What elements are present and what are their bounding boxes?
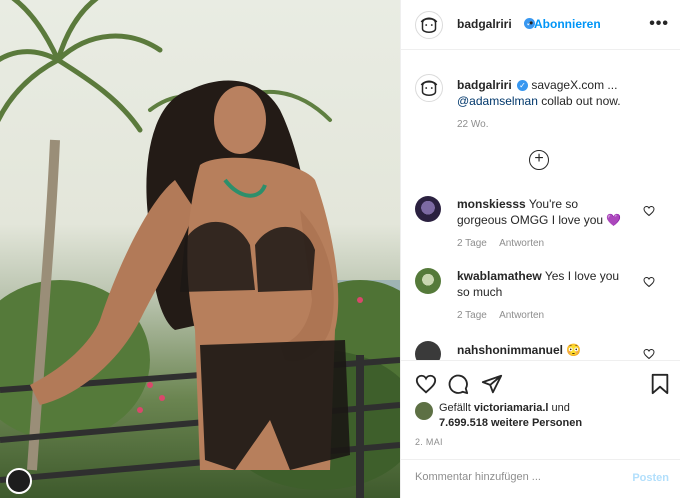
comment-reply-button[interactable]: Antworten: [499, 310, 544, 321]
comment-reply-button[interactable]: Antworten: [499, 238, 544, 249]
heart-icon[interactable]: [415, 373, 437, 395]
likes-text: Gefällt victoriamaria.l und 7.699.518 we…: [439, 401, 582, 431]
comment-avatar[interactable]: [415, 268, 441, 294]
follow-button[interactable]: Abonnieren: [534, 17, 601, 31]
comment-body: 😳: [566, 343, 582, 357]
caption-author-avatar[interactable]: [415, 74, 443, 102]
caption-time: 22 Wo.: [457, 119, 489, 130]
comment-time: 2 Tage: [457, 310, 487, 321]
post-comment-button[interactable]: Posten: [632, 472, 669, 484]
post-actions: Gefällt victoriamaria.l und 7.699.518 we…: [401, 360, 680, 498]
comment-text: monskiesss You're so gorgeous OMGG I lov…: [457, 196, 627, 228]
header-separator: •: [529, 16, 534, 30]
author-avatar[interactable]: [415, 11, 443, 39]
caption-text: badgalriri ✓ savageX.com ... @adamselman…: [457, 77, 667, 109]
comment-text: kwablamathew Yes I love you so much: [457, 268, 627, 300]
likes-prefix: Gefällt: [439, 402, 474, 414]
plus-circle-icon[interactable]: +: [529, 150, 549, 170]
comment-time: 2 Tage: [457, 238, 487, 249]
comment-input[interactable]: [415, 471, 615, 483]
post-photo[interactable]: [0, 0, 400, 498]
comment-like-heart-icon[interactable]: [643, 276, 655, 288]
post-header: badgalriri ✓ • Abonnieren •••: [401, 0, 680, 50]
bookmark-icon[interactable]: [649, 373, 671, 395]
comment-meta: 2 Tage Antworten: [457, 238, 554, 249]
comment-like-heart-icon[interactable]: [643, 348, 655, 360]
comment-username[interactable]: nahshonimmanuel: [457, 343, 563, 357]
comment-composer: Posten: [401, 459, 680, 498]
caption-avatar-drawing: [420, 80, 438, 96]
comment-icon[interactable]: [447, 373, 469, 395]
author-username[interactable]: badgalriri: [457, 17, 512, 31]
comment-username[interactable]: kwablamathew: [457, 269, 542, 283]
likes-count-link[interactable]: 7.699.518 weitere Personen: [439, 417, 582, 429]
comment-meta: 2 Tage Antworten: [457, 310, 554, 321]
more-options-icon[interactable]: •••: [649, 15, 669, 33]
caption-verified-icon: ✓: [517, 80, 529, 92]
share-icon[interactable]: [481, 373, 503, 395]
liker-username[interactable]: victoriamaria.l: [474, 402, 549, 414]
liker-avatar[interactable]: [415, 402, 433, 420]
likes-middle: und: [548, 402, 570, 414]
photo-illustration: [0, 0, 400, 498]
caption-mention-link[interactable]: @adamselman: [457, 94, 538, 108]
photo-corner-badge: [6, 468, 32, 494]
caption-body-end: collab out now.: [537, 94, 621, 108]
caption-username[interactable]: badgalriri: [457, 78, 512, 92]
comment-username[interactable]: monskiesss: [457, 197, 526, 211]
comment-like-heart-icon[interactable]: [643, 205, 655, 217]
comment-text: nahshonimmanuel 😳: [457, 342, 627, 358]
post-date: 2. MAI: [415, 437, 443, 447]
comment-avatar[interactable]: [415, 196, 441, 222]
author-avatar-drawing: [416, 12, 442, 38]
post-side-panel: badgalriri ✓ • Abonnieren ••• badgalriri…: [400, 0, 680, 498]
caption-body: savageX.com ...: [531, 78, 618, 92]
